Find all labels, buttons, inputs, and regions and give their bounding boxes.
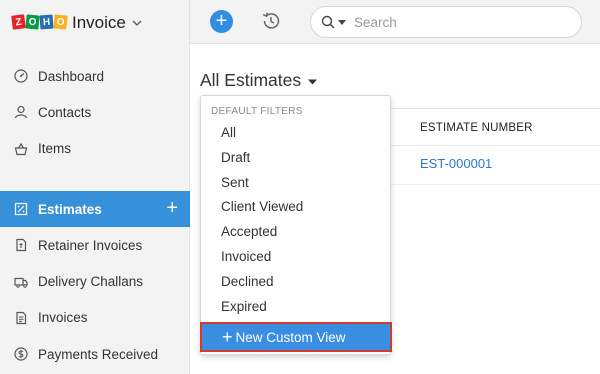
dropdown-section-header: DEFAULT FILTERS — [211, 106, 303, 117]
filter-option-expired[interactable]: Expired — [201, 295, 390, 320]
delivery-challans-icon — [14, 275, 28, 289]
logo-letter: H — [39, 14, 54, 30]
sidebar-item-label: Delivery Challans — [38, 274, 144, 290]
page-title[interactable]: All Estimates — [200, 70, 318, 91]
sidebar-item-payments-received[interactable]: Payments Received — [0, 336, 190, 372]
sidebar-item-invoices[interactable]: Invoices — [0, 300, 190, 336]
logo-letter: O — [25, 14, 40, 30]
filter-option-client-viewed[interactable]: Client Viewed — [201, 195, 390, 220]
sidebar-item-items[interactable]: Items — [0, 131, 190, 167]
sidebar-item-label: Payments Received — [38, 346, 159, 362]
contacts-icon — [14, 105, 28, 119]
history-icon[interactable] — [260, 10, 282, 32]
quick-create-button[interactable]: + — [210, 10, 233, 33]
sidebar-nav: Dashboard Contacts Items Estimates + Ret… — [0, 58, 190, 372]
filter-option-all[interactable]: All — [201, 121, 390, 146]
brand[interactable]: Z O H O Invoice — [11, 8, 142, 38]
filter-option-declined[interactable]: Declined — [201, 270, 390, 295]
new-custom-view-label: New Custom View — [235, 329, 346, 345]
search-input[interactable] — [354, 14, 554, 30]
sidebar-item-retainer-invoices[interactable]: Retainer Invoices — [0, 227, 190, 263]
estimates-icon — [14, 202, 28, 216]
chevron-down-icon[interactable] — [132, 18, 142, 28]
column-header-estimate-number[interactable]: ESTIMATE NUMBER — [391, 108, 600, 146]
caret-down-icon[interactable] — [338, 18, 346, 26]
payments-received-icon — [14, 347, 28, 361]
sidebar-item-estimates[interactable]: Estimates + — [0, 190, 190, 228]
filter-option-sent[interactable]: Sent — [201, 171, 390, 196]
filter-dropdown: DEFAULT FILTERS All Draft Sent Client Vi… — [200, 95, 392, 355]
sidebar-item-dashboard[interactable]: Dashboard — [0, 58, 190, 94]
sidebar-item-label: Estimates — [38, 201, 102, 217]
add-estimate-icon[interactable]: + — [166, 198, 178, 218]
zoho-logo: Z O H O — [11, 14, 68, 30]
sidebar-item-contacts[interactable]: Contacts — [0, 94, 190, 130]
retainer-invoices-icon — [14, 238, 28, 252]
sidebar-item-label: Invoices — [38, 310, 88, 326]
search-bar[interactable] — [310, 6, 582, 38]
sidebar: Z O H O Invoice Dashboard Contacts Items — [0, 0, 190, 374]
caret-down-icon[interactable] — [308, 77, 318, 86]
filter-option-invoiced[interactable]: Invoiced — [201, 245, 390, 270]
filter-list: All Draft Sent Client Viewed Accepted In… — [201, 121, 390, 319]
topbar: + — [190, 0, 600, 44]
page-title-text: All Estimates — [200, 70, 302, 90]
invoices-icon — [14, 311, 28, 325]
sidebar-item-label: Retainer Invoices — [38, 237, 143, 253]
filter-option-accepted[interactable]: Accepted — [201, 220, 390, 245]
new-custom-view-button[interactable]: + New Custom View — [200, 322, 392, 352]
sidebar-item-delivery-challans[interactable]: Delivery Challans — [0, 263, 190, 299]
items-icon — [14, 142, 28, 156]
estimate-number-link[interactable]: EST-000001 — [420, 156, 492, 171]
dashboard-icon — [14, 69, 28, 83]
sidebar-item-label: Items — [38, 141, 72, 157]
row-divider — [391, 184, 600, 185]
search-icon[interactable] — [321, 15, 335, 29]
logo-letter: O — [53, 14, 68, 30]
sidebar-item-label: Contacts — [38, 104, 92, 120]
plus-icon: + — [222, 327, 233, 347]
sidebar-item-label: Dashboard — [38, 68, 105, 84]
product-name: Invoice — [72, 13, 126, 32]
filter-option-draft[interactable]: Draft — [201, 146, 390, 171]
logo-letter: Z — [11, 14, 26, 30]
